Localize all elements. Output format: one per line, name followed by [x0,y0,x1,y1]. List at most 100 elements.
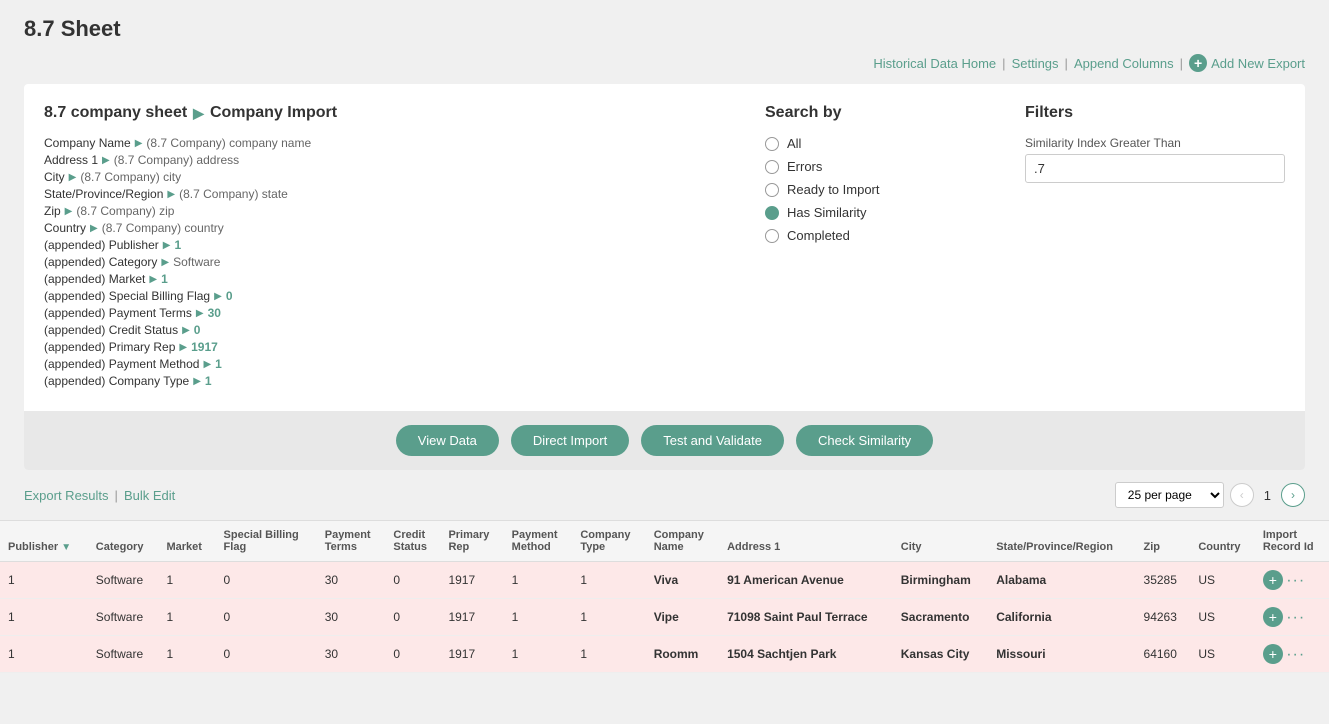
th-payment-method: PaymentMethod [504,521,573,562]
similarity-label: Similarity Index Greater Than [1025,136,1285,150]
cell-credit-status: 0 [385,636,440,673]
th-country: Country [1190,521,1255,562]
th-market[interactable]: Market [158,521,215,562]
cell-company-type: 1 [572,599,645,636]
more-options-button[interactable]: ··· [1286,646,1305,663]
table-header-row: Publisher ▼ Category Market Special Bill… [0,521,1329,562]
mapping-row-companytype: (appended) Company Type ▶ 1 [44,374,705,388]
cell-market: 1 [158,636,215,673]
settings-link[interactable]: Settings [1012,56,1059,71]
cell-country: US [1190,562,1255,599]
results-links: Export Results | Bulk Edit [24,488,175,503]
cell-primary-rep: 1917 [440,599,503,636]
similarity-input[interactable] [1025,154,1285,183]
cell-state: California [988,599,1135,636]
th-state: State/Province/Region [988,521,1135,562]
direct-import-button[interactable]: Direct Import [511,425,629,456]
cell-city: Birmingham [893,562,988,599]
cell-state: Missouri [988,636,1135,673]
mapping-row-category: (appended) Category ▶ Software [44,255,705,269]
check-similarity-button[interactable]: Check Similarity [796,425,933,456]
historical-data-home-link[interactable]: Historical Data Home [873,56,996,71]
table-row: 1 Software 1 0 30 0 1917 1 1 Roomm 1504 … [0,636,1329,673]
cell-company-name: Roomm [646,636,719,673]
th-payment-terms: PaymentTerms [317,521,386,562]
mapping-row-paymethod: (appended) Payment Method ▶ 1 [44,357,705,371]
cell-payment-method: 1 [504,636,573,673]
cell-primary-rep: 1917 [440,562,503,599]
mapping-row-payterms: (appended) Payment Terms ▶ 30 [44,306,705,320]
results-bar: Export Results | Bulk Edit 25 per page 5… [0,470,1329,520]
th-import-id: ImportRecord Id [1255,521,1329,562]
radio-similarity[interactable]: Has Similarity [765,205,965,220]
cell-credit-status: 0 [385,599,440,636]
cell-publisher: 1 [0,562,88,599]
action-bar: View Data Direct Import Test and Validat… [24,411,1305,470]
sort-icon-publisher: ▼ [61,542,71,553]
cell-address1: 91 American Avenue [719,562,893,599]
radio-ready[interactable]: Ready to Import [765,182,965,197]
mapping-row-market: (appended) Market ▶ 1 [44,272,705,286]
search-radio-group: All Errors Ready to Import Has Similarit… [765,136,965,243]
filters-section: Filters Similarity Index Greater Than [1025,104,1285,183]
mapping-row-publisher: (appended) Publisher ▶ 1 [44,238,705,252]
cell-actions: + ··· [1255,636,1329,673]
test-validate-button[interactable]: Test and Validate [641,425,784,456]
th-category[interactable]: Category [88,521,159,562]
add-record-button[interactable]: + [1263,644,1283,664]
cell-billing-flag: 0 [216,636,317,673]
main-card: 8.7 company sheet ▶ Company Import Compa… [24,84,1305,470]
filters-title: Filters [1025,104,1285,122]
view-data-button[interactable]: View Data [396,425,499,456]
prev-page-button[interactable]: ‹ [1230,483,1254,507]
results-sep: | [115,488,118,503]
th-publisher[interactable]: Publisher ▼ [0,521,88,562]
append-columns-link[interactable]: Append Columns [1074,56,1174,71]
cell-market: 1 [158,562,215,599]
next-page-button[interactable]: › [1281,483,1305,507]
mapping-section: 8.7 company sheet ▶ Company Import Compa… [44,104,705,391]
add-record-button[interactable]: + [1263,607,1283,627]
radio-circle-similarity [765,206,779,220]
th-company-type: CompanyType [572,521,645,562]
radio-errors[interactable]: Errors [765,159,965,174]
cell-company-type: 1 [572,636,645,673]
per-page-select[interactable]: 25 per page 50 per page 100 per page [1115,482,1224,508]
cell-billing-flag: 0 [216,599,317,636]
more-options-button[interactable]: ··· [1286,572,1305,589]
top-nav: Historical Data Home | Settings | Append… [0,50,1329,84]
radio-all[interactable]: All [765,136,965,151]
export-results-link[interactable]: Export Results [24,488,109,503]
search-title: Search by [765,104,965,122]
mapping-row-creditstatus: (appended) Credit Status ▶ 0 [44,323,705,337]
cell-payment-terms: 30 [317,636,386,673]
cell-country: US [1190,599,1255,636]
page-number: 1 [1260,488,1275,503]
mapping-row-state: State/Province/Region ▶ (8.7 Company) st… [44,187,705,201]
more-options-button[interactable]: ··· [1286,609,1305,626]
th-zip: Zip [1136,521,1191,562]
add-record-button[interactable]: + [1263,570,1283,590]
cell-actions: + ··· [1255,562,1329,599]
cell-address1: 71098 Saint Paul Terrace [719,599,893,636]
mapping-arrow-icon: ▶ [193,105,204,122]
add-new-export-link[interactable]: + Add New Export [1189,54,1305,72]
nav-sep-2: | [1065,56,1068,71]
plus-icon: + [1189,54,1207,72]
cell-company-name: Viva [646,562,719,599]
cell-country: US [1190,636,1255,673]
radio-circle-ready [765,183,779,197]
th-primary-rep: PrimaryRep [440,521,503,562]
cell-zip: 35285 [1136,562,1191,599]
th-city: City [893,521,988,562]
table-row: 1 Software 1 0 30 0 1917 1 1 Vipe 71098 … [0,599,1329,636]
table-container: Publisher ▼ Category Market Special Bill… [0,520,1329,673]
cell-billing-flag: 0 [216,562,317,599]
radio-completed[interactable]: Completed [765,228,965,243]
th-company-name: CompanyName [646,521,719,562]
bulk-edit-link[interactable]: Bulk Edit [124,488,175,503]
cell-primary-rep: 1917 [440,636,503,673]
th-address1: Address 1 [719,521,893,562]
mapping-row-address1: Address 1 ▶ (8.7 Company) address [44,153,705,167]
cell-state: Alabama [988,562,1135,599]
